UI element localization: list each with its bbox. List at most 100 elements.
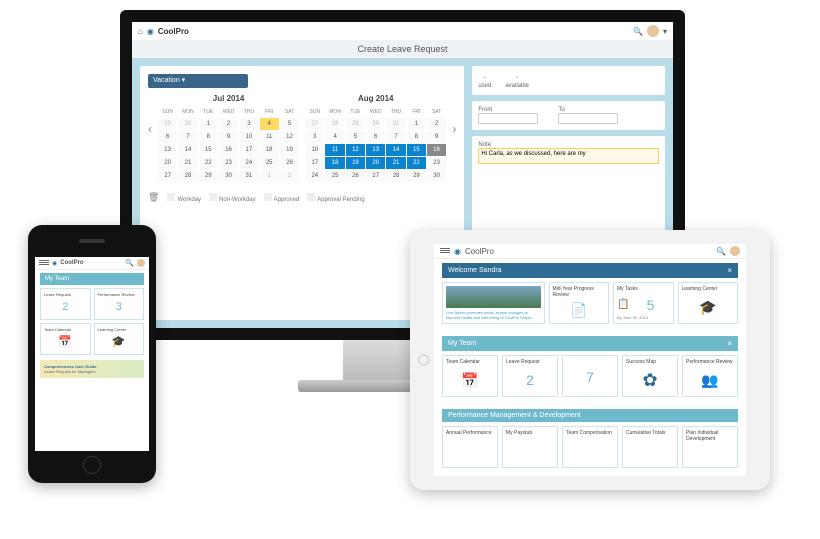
calendar-day[interactable]: 10 xyxy=(305,144,324,156)
calendar-day[interactable]: 1 xyxy=(199,118,218,130)
calendar-day[interactable]: 3 xyxy=(305,131,324,143)
calendar-day[interactable]: 7 xyxy=(386,131,405,143)
learning-tile[interactable]: Learning Center 🎓 xyxy=(678,282,739,324)
from-date-input[interactable] xyxy=(478,113,538,124)
calendar-day[interactable]: 7 xyxy=(178,131,197,143)
calendar-day[interactable]: 8 xyxy=(407,131,426,143)
close-icon[interactable]: × xyxy=(727,266,732,275)
calendar-day[interactable]: 30 xyxy=(427,170,446,182)
calendar-day[interactable]: 24 xyxy=(305,170,324,182)
calendar-day[interactable]: 27 xyxy=(305,118,324,130)
calendar-day[interactable]: 5 xyxy=(346,131,365,143)
calendar-day[interactable]: 4 xyxy=(260,118,279,130)
note-textarea[interactable] xyxy=(478,148,659,164)
calendar-day[interactable]: 22 xyxy=(199,157,218,169)
team-comp-tile[interactable]: Team Compensation xyxy=(562,426,618,468)
calendar-day[interactable]: 23 xyxy=(219,157,238,169)
home-icon[interactable]: ⌂ xyxy=(138,27,143,36)
to-date-input[interactable] xyxy=(558,113,618,124)
calendar-day[interactable]: 23 xyxy=(427,157,446,169)
annual-perf-tile[interactable]: Annual Performance xyxy=(442,426,498,468)
calendar-day[interactable]: 29 xyxy=(407,170,426,182)
calendar-day[interactable]: 2 xyxy=(280,170,299,182)
perf-review-tile[interactable]: Performance Review👥 xyxy=(682,355,738,397)
calendar-day[interactable]: 28 xyxy=(325,118,344,130)
totals-tile[interactable]: Cumulative Totals xyxy=(622,426,678,468)
calendar-day[interactable]: 17 xyxy=(305,157,324,169)
leave-type-dropdown[interactable]: Vacation ▾ xyxy=(148,74,248,88)
calendar-day[interactable]: 4 xyxy=(325,131,344,143)
progress-tile[interactable]: Mid-Year Progress Review 📄 xyxy=(549,282,610,324)
leave-request-tile[interactable]: Leave Request2 xyxy=(502,355,558,397)
calendar-day[interactable]: 6 xyxy=(158,131,177,143)
paystub-tile[interactable]: My Paystub xyxy=(502,426,558,468)
calendar-day[interactable]: 2 xyxy=(219,118,238,130)
calendar-day[interactable]: 1 xyxy=(260,170,279,182)
calendar-day[interactable]: 1 xyxy=(407,118,426,130)
phone-learning-tile[interactable]: Learning Center🎓 xyxy=(94,323,145,355)
calendar-day[interactable]: 27 xyxy=(366,170,385,182)
calendar-day[interactable]: 25 xyxy=(325,170,344,182)
calendar-day[interactable]: 15 xyxy=(407,144,426,156)
calendar-day[interactable]: 19 xyxy=(280,144,299,156)
calendar-day[interactable]: 31 xyxy=(386,118,405,130)
calendar-day[interactable]: 28 xyxy=(386,170,405,182)
calendar-day[interactable]: 24 xyxy=(239,157,258,169)
calendar-day[interactable]: 12 xyxy=(346,144,365,156)
calendar-day[interactable]: 22 xyxy=(407,157,426,169)
search-icon[interactable]: 🔍 xyxy=(125,259,134,267)
phone-banner[interactable]: Comprehensive User Guide Leave Request f… xyxy=(40,360,144,378)
calendar-day[interactable]: 6 xyxy=(366,131,385,143)
calendar-day[interactable]: 5 xyxy=(280,118,299,130)
prev-month-button[interactable]: ‹ xyxy=(148,94,152,136)
calendar-day[interactable]: 29 xyxy=(158,118,177,130)
calendar-day[interactable]: 3 xyxy=(239,118,258,130)
calendar-day[interactable]: 13 xyxy=(158,144,177,156)
calendar-day[interactable]: 18 xyxy=(325,157,344,169)
calendar-day[interactable]: 25 xyxy=(260,157,279,169)
calendar-day[interactable]: 16 xyxy=(219,144,238,156)
calendar-day[interactable]: 18 xyxy=(260,144,279,156)
calendar-day[interactable]: 31 xyxy=(239,170,258,182)
avatar-icon[interactable] xyxy=(137,259,145,267)
calendar-day[interactable]: 21 xyxy=(178,157,197,169)
calendar-day[interactable]: 16 xyxy=(427,144,446,156)
search-icon[interactable]: 🔍 xyxy=(716,247,726,256)
calendar-day[interactable]: 14 xyxy=(386,144,405,156)
calendar-day[interactable]: 20 xyxy=(158,157,177,169)
tasks-tile[interactable]: My Tasks 📋5 By June 30, 2014 xyxy=(613,282,674,324)
calendar-day[interactable]: 12 xyxy=(280,131,299,143)
calendar-day[interactable]: 10 xyxy=(239,131,258,143)
calendar-day[interactable]: 11 xyxy=(325,144,344,156)
phone-perf-tile[interactable]: Performance Review3 xyxy=(94,288,145,320)
calendar-july[interactable]: Jul 2014 SUNMONTUEWEDTHUFRISAT2930123456… xyxy=(158,94,299,182)
hamburger-icon[interactable] xyxy=(39,259,49,267)
avatar-icon[interactable] xyxy=(647,25,659,37)
calendar-august[interactable]: Aug 2014 SUNMONTUEWEDTHUFRISAT2728293031… xyxy=(305,94,446,182)
phone-leave-tile[interactable]: Leave Request2 xyxy=(40,288,91,320)
calendar-day[interactable]: 21 xyxy=(386,157,405,169)
calendar-day[interactable]: 29 xyxy=(199,170,218,182)
calendar-day[interactable]: 30 xyxy=(366,118,385,130)
calendar-day[interactable]: 30 xyxy=(219,170,238,182)
close-icon[interactable]: × xyxy=(727,339,732,348)
calendar-day[interactable]: 28 xyxy=(178,170,197,182)
delete-icon[interactable]: 🗑 xyxy=(148,192,159,203)
hamburger-icon[interactable] xyxy=(440,247,450,255)
calendar-day[interactable]: 26 xyxy=(280,157,299,169)
calendar-day[interactable]: 17 xyxy=(239,144,258,156)
calendar-day[interactable]: 11 xyxy=(260,131,279,143)
calendar-day[interactable]: 9 xyxy=(219,131,238,143)
phone-cal-tile[interactable]: Team Calendar📅 xyxy=(40,323,91,355)
team-calendar-tile[interactable]: Team Calendar📅 xyxy=(442,355,498,397)
calendar-day[interactable]: 20 xyxy=(366,157,385,169)
calendar-day[interactable]: 2 xyxy=(427,118,446,130)
success-map-tile[interactable]: Success Map✿ xyxy=(622,355,678,397)
news-tile[interactable]: Live Better promotes small, simple chang… xyxy=(442,282,545,324)
search-icon[interactable]: 🔍 xyxy=(633,27,643,36)
calendar-day[interactable]: 15 xyxy=(199,144,218,156)
calendar-day[interactable]: 9 xyxy=(427,131,446,143)
calendar-day[interactable]: 27 xyxy=(158,170,177,182)
calendar-day[interactable]: 26 xyxy=(346,170,365,182)
calendar-day[interactable]: 19 xyxy=(346,157,365,169)
